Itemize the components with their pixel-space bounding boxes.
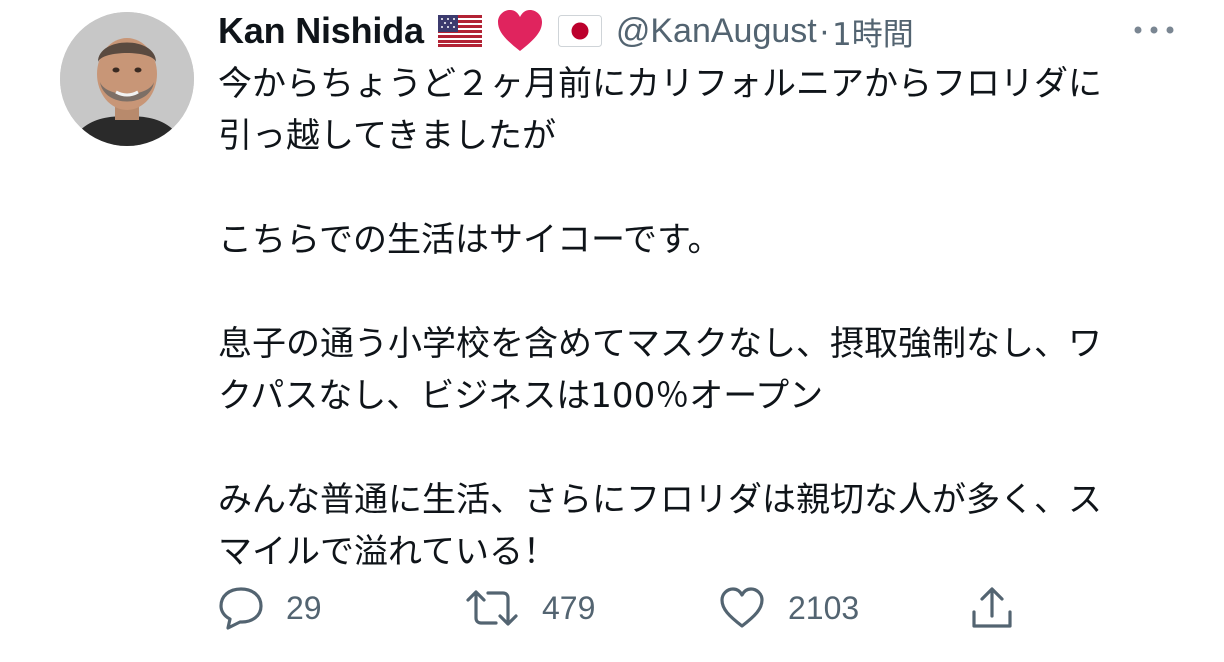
like-count: 2103: [788, 589, 860, 626]
tweet-action-bar: 29 479 2103: [218, 580, 1038, 636]
author-handle[interactable]: @KanAugust: [616, 12, 817, 51]
tweet-header: Kan Nishida @KanAugust · 1時間: [218, 6, 1178, 56]
japan-flag-emoji: [557, 15, 602, 47]
author-display-name[interactable]: Kan Nishida: [218, 10, 424, 52]
red-heart-emoji: [496, 9, 544, 53]
us-flag-emoji: [437, 15, 482, 47]
meta-separator: ·: [818, 11, 831, 50]
tweet-paragraph: こちらでの生活はサイコーです。: [218, 220, 722, 260]
share-upload-icon: [968, 584, 1016, 632]
avatar[interactable]: [60, 12, 194, 146]
tweet-paragraph: 今からちょうど２ヶ月前にカリフォルニアからフロリダに 引っ越してきましたが: [218, 64, 1102, 156]
like-button[interactable]: 2103: [718, 580, 859, 636]
more-dots-icon[interactable]: [1130, 20, 1178, 40]
reply-bubble-icon: [218, 586, 264, 630]
share-button[interactable]: [968, 580, 1016, 636]
retweet-icon: [464, 588, 520, 628]
reply-button[interactable]: 29: [218, 580, 322, 636]
tweet-card[interactable]: Kan Nishida @KanAugust · 1時間 今からちょうど２ヶ月前…: [0, 0, 1224, 662]
retweet-count: 479: [542, 589, 596, 626]
tweet-paragraph: みんな普通に生活、さらにフロリダは親切な人が多く、ス マイルで溢れている！: [218, 480, 1102, 572]
heart-outline-icon: [718, 586, 766, 630]
retweet-button[interactable]: 479: [464, 580, 595, 636]
tweet-timestamp[interactable]: 1時間: [832, 9, 914, 54]
tweet-text: 今からちょうど２ヶ月前にカリフォルニアからフロリダに 引っ越してきましたが こち…: [218, 58, 1178, 578]
tweet-paragraph: 息子の通う小学校を含めてマスクなし、摂取強制なし、ワ クパスなし、ビジネスは10…: [218, 324, 1102, 416]
reply-count: 29: [286, 589, 322, 626]
